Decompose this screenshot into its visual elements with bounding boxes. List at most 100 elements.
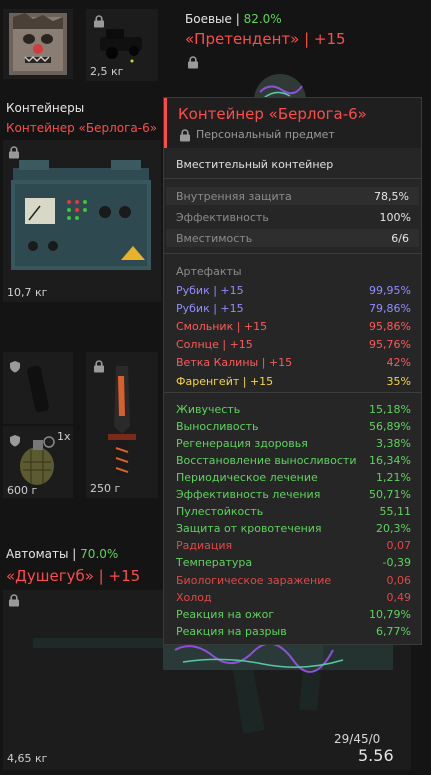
row-value: 10,79%	[369, 607, 411, 621]
mask-item-cell[interactable]	[3, 9, 73, 79]
artifact-row: Рубик | +15 79,86%	[176, 299, 411, 317]
row-value: 55,11	[379, 505, 412, 519]
row-value: 42%	[386, 356, 411, 370]
tooltip-header: Контейнер «Берлога-6» Персональный предм…	[164, 98, 421, 148]
knife-item-cell[interactable]: 250 г	[86, 352, 158, 498]
armor-percent: 82.0%	[243, 12, 282, 26]
row-value: 78,5%	[374, 189, 409, 203]
nightvision-item-cell[interactable]: 2,5 кг	[86, 9, 158, 81]
row-value: 6/6	[391, 231, 409, 245]
effect-row: Пулестойкость 55,11	[176, 503, 411, 521]
row-value: 20,3%	[376, 522, 411, 536]
artifacts-title: Артефакты	[176, 265, 242, 278]
row-value: 6,77%	[376, 624, 411, 638]
row-value: 0,06	[386, 573, 412, 587]
container-item-image	[11, 160, 151, 270]
knife-item-image	[108, 366, 136, 476]
artifact-row: Смольник | +15 95,86%	[176, 317, 411, 335]
stat-row: Эффективность 100%	[176, 208, 411, 226]
item-weight: 4,65 кг	[7, 752, 48, 765]
row-label: Температура	[176, 556, 253, 570]
flashlight-item-image	[27, 365, 49, 413]
row-value: 0,07	[386, 539, 412, 553]
artifact-row: Рубик | +15 99,95%	[176, 281, 411, 299]
container-item-cell[interactable]: 10,7 кг	[3, 140, 161, 302]
row-label: Защита от кровотечения	[176, 522, 322, 536]
row-label: Восстановление выносливости	[176, 453, 357, 467]
row-value: 3,38%	[376, 436, 411, 450]
divider	[164, 392, 421, 393]
row-label: Периодическое лечение	[176, 470, 318, 484]
effect-row: Периодическое лечение 1,21%	[176, 468, 411, 486]
row-value: -0,39	[382, 556, 411, 570]
weapon-category-line: Автоматы | 70.0%	[6, 547, 118, 561]
weapon-percent: 70.0%	[80, 547, 119, 561]
ammo-count: 29/45/0	[334, 732, 381, 746]
effect-row: Эффективность лечения 50,71%	[176, 486, 411, 504]
row-value: 15,18%	[369, 402, 411, 416]
artifact-row: Ветка Калины | +15 42%	[176, 354, 411, 372]
row-value: 79,86%	[369, 301, 411, 315]
row-label: Фаренгейт | +15	[176, 374, 274, 388]
row-label: Рубик | +15	[176, 283, 244, 297]
row-value: 100%	[379, 210, 411, 224]
effect-row: Радиация 0,07	[176, 537, 411, 555]
weapon-name[interactable]: «Душегуб» | +15	[6, 567, 140, 585]
armor-name[interactable]: «Претендент» | +15	[185, 30, 346, 48]
item-weight: 2,5 кг	[90, 65, 124, 78]
row-label: Внутренняя защита	[176, 189, 292, 203]
tooltip-item-type: Вместительный контейнер	[176, 158, 334, 171]
effect-row: Реакция на разрыв 6,77%	[176, 622, 411, 640]
effect-row: Температура -0,39	[176, 554, 411, 572]
row-value: 0,49	[386, 590, 412, 604]
divider	[164, 178, 421, 179]
row-value: 95,76%	[369, 338, 411, 352]
row-label: Солнце | +15	[176, 338, 253, 352]
row-label: Реакция на разрыв	[176, 624, 287, 638]
item-weight: 600 г	[7, 484, 38, 497]
row-label: Холод	[176, 590, 212, 604]
armor-helmet-image	[254, 74, 306, 102]
row-label: Регенерация здоровья	[176, 436, 308, 450]
row-label: Пулестойкость	[176, 505, 264, 519]
lock-icon	[179, 129, 191, 142]
mask-item-image	[9, 13, 67, 75]
row-label: Ветка Калины | +15	[176, 356, 293, 370]
divider	[164, 253, 421, 254]
tooltip-title: Контейнер «Берлога-6»	[178, 105, 367, 123]
effect-row: Восстановление выносливости 16,34%	[176, 451, 411, 469]
effect-row: Выносливость 56,89%	[176, 417, 411, 435]
effect-row: Регенерация здоровья 3,38%	[176, 434, 411, 452]
stat-row: Вместимость 6/6	[166, 229, 419, 247]
grenade-item-cell[interactable]: 1x 600 г	[3, 426, 73, 498]
row-label: Вместимость	[176, 231, 253, 245]
item-weight: 10,7 кг	[7, 286, 48, 299]
effect-row: Защита от кровотечения 20,3%	[176, 520, 411, 538]
row-label: Эффективность лечения	[176, 488, 321, 501]
weapon-category: Автоматы |	[6, 547, 77, 561]
container-name[interactable]: Контейнер «Берлога-6»	[6, 121, 157, 135]
row-label: Смольник | +15	[176, 319, 268, 333]
container-category: Контейнеры	[6, 101, 85, 115]
artifact-row: Солнце | +15 95,76%	[176, 336, 411, 354]
ammo-caliber: 5.56	[358, 746, 394, 765]
item-tooltip: Контейнер «Берлога-6» Персональный предм…	[163, 97, 422, 645]
row-label: Радиация	[176, 539, 233, 553]
row-label: Выносливость	[176, 419, 259, 433]
item-weight: 250 г	[90, 482, 121, 495]
flashlight-item-cell[interactable]	[3, 352, 73, 424]
effect-row: Живучесть 15,18%	[176, 400, 411, 418]
row-label: Реакция на ожог	[176, 607, 275, 621]
lock-icon	[187, 56, 199, 69]
effect-row: Биологическое заражение 0,06	[176, 571, 411, 589]
row-value: 1,21%	[376, 470, 411, 484]
row-value: 56,89%	[369, 419, 411, 433]
row-value: 99,95%	[369, 283, 411, 297]
row-label: Биологическое заражение	[176, 573, 332, 587]
row-value: 95,86%	[369, 319, 411, 333]
stat-row: Внутренняя защита 78,5%	[166, 187, 419, 205]
effect-row: Холод 0,49	[176, 588, 411, 606]
row-value: 16,34%	[369, 453, 411, 467]
armor-category: Боевые |	[185, 12, 240, 26]
tooltip-personal-label: Персональный предмет	[196, 128, 335, 141]
